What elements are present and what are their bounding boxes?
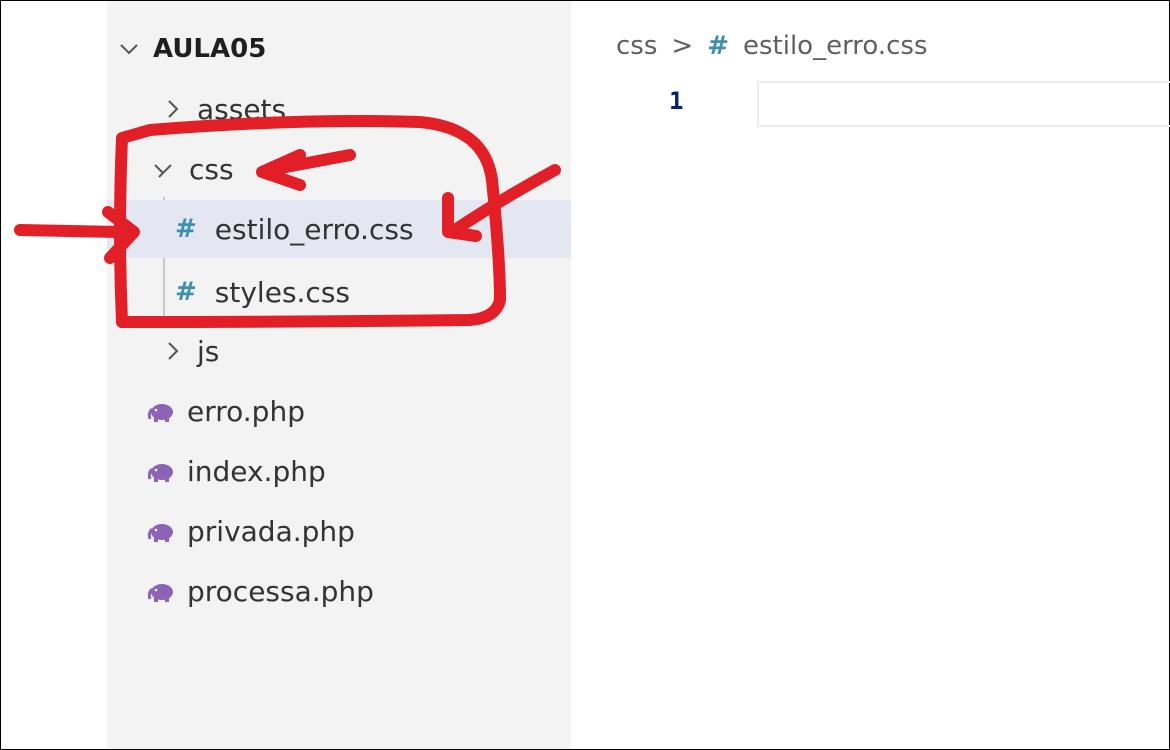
tree-item-assets-folder[interactable]: assets — [107, 80, 571, 138]
breadcrumb-separator: > — [671, 31, 694, 61]
breadcrumb: css > # estilo_erro.css — [616, 31, 928, 61]
php-elephant-icon — [147, 579, 175, 603]
tree-item-erro-php[interactable]: erro.php — [107, 382, 571, 440]
css-file-icon: # — [175, 214, 197, 244]
chevron-down-icon — [151, 157, 175, 181]
tree-item-label: processa.php — [187, 574, 374, 608]
tree-item-label: assets — [197, 92, 287, 126]
php-elephant-icon — [147, 519, 175, 543]
tree-item-label: estilo_erro.css — [214, 212, 414, 246]
php-elephant-icon — [147, 399, 175, 423]
tree-item-label: css — [189, 152, 234, 186]
breadcrumb-file[interactable]: estilo_erro.css — [743, 31, 928, 61]
explorer-root-folder[interactable]: AULA05 — [107, 20, 571, 78]
explorer-root-label: AULA05 — [153, 34, 267, 64]
css-file-icon: # — [707, 31, 729, 61]
chevron-right-icon — [161, 339, 185, 363]
chevron-right-icon — [161, 97, 185, 121]
chevron-down-icon — [117, 37, 141, 61]
tree-item-css-folder[interactable]: css — [107, 140, 571, 198]
explorer-sidebar: AULA05 assets css # estilo_erro.css # st… — [107, 1, 571, 749]
current-line-highlight[interactable] — [757, 81, 1170, 127]
tree-item-label: js — [197, 334, 220, 368]
php-elephant-icon — [147, 459, 175, 483]
tree-item-js-folder[interactable]: js — [107, 322, 571, 380]
tree-item-styles-css[interactable]: # styles.css — [107, 263, 571, 321]
tree-item-label: privada.php — [187, 514, 355, 548]
tree-item-index-php[interactable]: index.php — [107, 442, 571, 500]
tree-item-processa-php[interactable]: processa.php — [107, 562, 571, 620]
breadcrumb-folder[interactable]: css — [616, 31, 657, 61]
css-file-icon: # — [175, 277, 197, 307]
editor-pane[interactable]: css > # estilo_erro.css 1 — [571, 1, 1170, 749]
tree-item-label: index.php — [187, 454, 326, 488]
tree-item-label: erro.php — [187, 394, 305, 428]
line-number: 1 — [669, 87, 684, 115]
tree-item-estilo-erro-css[interactable]: # estilo_erro.css — [107, 200, 571, 258]
tree-item-privada-php[interactable]: privada.php — [107, 502, 571, 560]
tree-item-label: styles.css — [214, 275, 350, 309]
